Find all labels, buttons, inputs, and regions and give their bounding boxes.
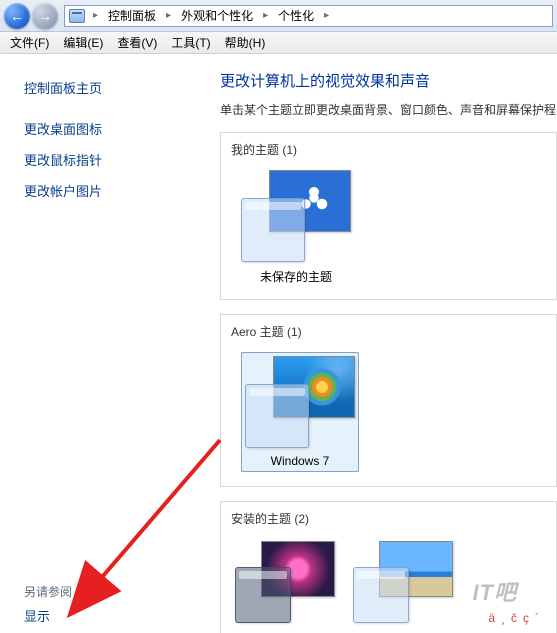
forward-button[interactable]: → — [32, 3, 58, 29]
chevron-right-icon: ▸ — [162, 10, 175, 21]
menu-bar: 文件(F) 编辑(E) 查看(V) 工具(T) 帮助(H) — [0, 32, 557, 54]
window-color-preview — [241, 198, 305, 262]
installed-themes-title: 安装的主题 (2) — [231, 510, 546, 527]
theme-unsaved[interactable]: 未保存的主题 — [241, 170, 351, 285]
arrow-left-icon: ← — [10, 8, 24, 24]
sidebar-link-mouse-pointers[interactable]: 更改鼠标指针 — [24, 144, 198, 175]
back-button[interactable]: ← — [4, 3, 30, 29]
window-color-preview — [235, 567, 291, 623]
chevron-right-icon: ▸ — [320, 10, 333, 21]
sidebar: 控制面板主页 更改桌面图标 更改鼠标指针 更改帐户图片 另请参阅 显示 — [0, 54, 210, 633]
see-also-display-link[interactable]: 显示 — [24, 600, 198, 625]
menu-edit[interactable]: 编辑(E) — [57, 32, 109, 53]
footer-glyphs: ä¸čç´ — [488, 611, 545, 625]
address-bar: ← → ▸ 控制面板 ▸ 外观和个性化 ▸ 个性化 ▸ — [0, 0, 557, 32]
chevron-right-icon: ▸ — [89, 10, 102, 21]
sidebar-home[interactable]: 控制面板主页 — [24, 72, 198, 103]
chevron-right-icon: ▸ — [259, 10, 272, 21]
see-also-label: 另请参阅 — [24, 583, 198, 600]
page-description: 单击某个主题立即更改桌面背景、窗口颜色、声音和屏幕保护程 — [220, 101, 557, 118]
theme-thumbnail — [241, 170, 351, 262]
window-color-preview — [353, 567, 409, 623]
my-themes-group: 我的主题 (1) 未保存的主题 — [220, 132, 557, 300]
breadcrumb-item-2[interactable]: 个性化 — [276, 7, 316, 24]
breadcrumb-field[interactable]: ▸ 控制面板 ▸ 外观和个性化 ▸ 个性化 ▸ — [64, 5, 553, 27]
window-color-preview — [245, 384, 309, 448]
breadcrumb-item-1[interactable]: 外观和个性化 — [179, 7, 255, 24]
main-layout: 控制面板主页 更改桌面图标 更改鼠标指针 更改帐户图片 另请参阅 显示 更改计算… — [0, 54, 557, 633]
page-heading: 更改计算机上的视觉效果和声音 — [220, 70, 557, 91]
watermark: IT吧 — [472, 575, 517, 607]
menu-help[interactable]: 帮助(H) — [219, 32, 272, 53]
arrow-right-icon: → — [38, 8, 52, 24]
aero-themes-title: Aero 主题 (1) — [231, 323, 546, 340]
theme-windows7[interactable]: Windows 7 — [241, 352, 359, 472]
theme-installed-1[interactable] — [235, 541, 335, 623]
sidebar-link-account-picture[interactable]: 更改帐户图片 — [24, 175, 198, 206]
nav-buttons: ← → — [4, 3, 58, 29]
sidebar-link-desktop-icons[interactable]: 更改桌面图标 — [24, 113, 198, 144]
menu-file[interactable]: 文件(F) — [4, 32, 55, 53]
theme-installed-2[interactable] — [353, 541, 453, 623]
theme-label: Windows 7 — [245, 448, 355, 468]
theme-label: 未保存的主题 — [241, 262, 351, 285]
theme-thumbnail — [245, 356, 355, 448]
my-themes-title: 我的主题 (1) — [231, 141, 546, 158]
content-area: 更改计算机上的视觉效果和声音 单击某个主题立即更改桌面背景、窗口颜色、声音和屏幕… — [210, 54, 557, 633]
aero-themes-group: Aero 主题 (1) Windows 7 — [220, 314, 557, 487]
menu-tools[interactable]: 工具(T) — [165, 32, 216, 53]
menu-view[interactable]: 查看(V) — [111, 32, 163, 53]
breadcrumb-item-0[interactable]: 控制面板 — [106, 7, 158, 24]
control-panel-icon — [69, 9, 85, 23]
